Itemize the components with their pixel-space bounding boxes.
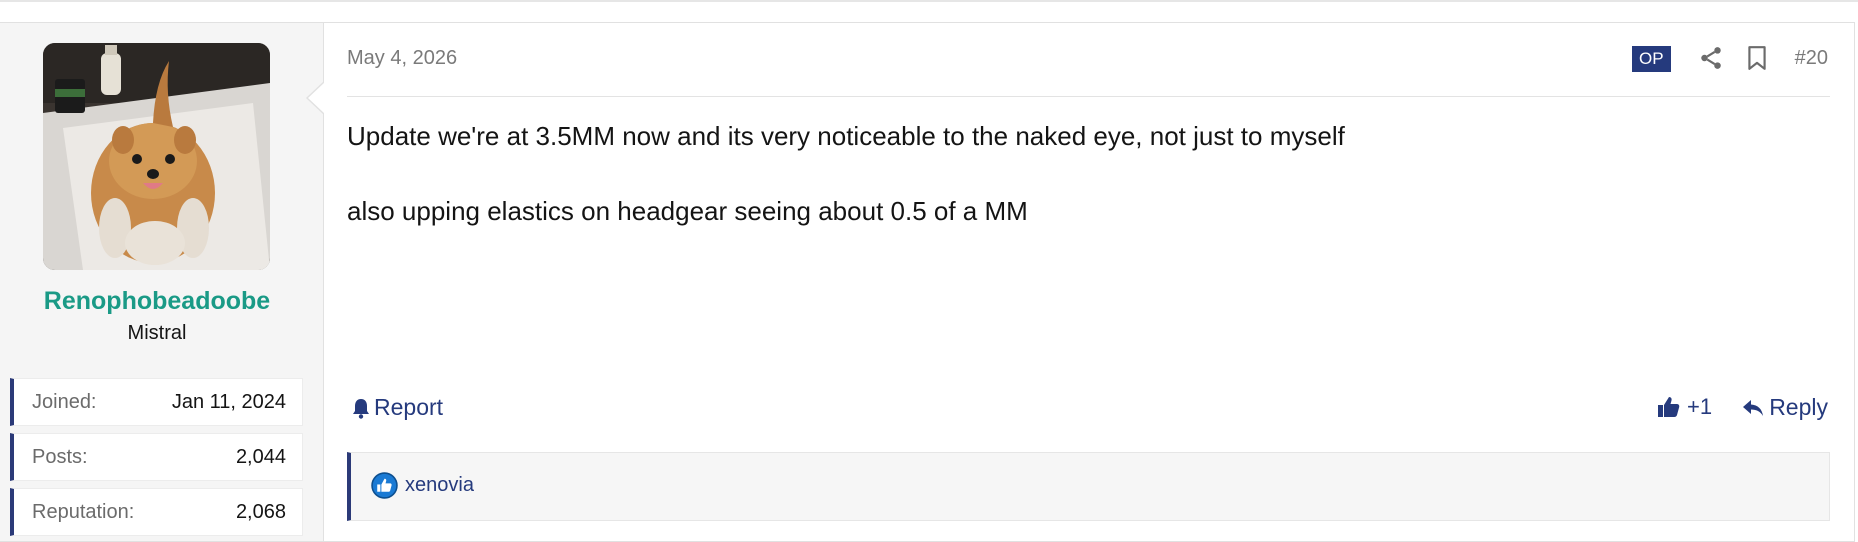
post-body-line: Update we're at 3.5MM now and its very n… [347,121,1345,151]
like-label: +1 [1687,394,1713,419]
stat-joined: Joined: Jan 11, 2024 [10,378,303,426]
stat-label: Posts: [32,446,88,468]
post-number[interactable]: #20 [1795,47,1828,70]
bookmark-icon[interactable] [1746,45,1768,71]
stat-label: Joined: [32,391,97,413]
user-title: Mistral [127,322,187,344]
reply-button[interactable]: Reply [1742,394,1828,421]
top-divider [0,0,1858,2]
reply-icon [1743,399,1764,416]
stat-value: Jan 11, 2024 [171,391,286,413]
forum-post: Renophobeadoobe Mistral Joined: Jan 11, … [0,22,1855,542]
reply-label: Reply [1769,394,1828,420]
thumbs-up-icon [1658,397,1680,417]
user-info-panel: Renophobeadoobe Mistral Joined: Jan 11, … [0,23,324,541]
bell-icon [353,398,369,419]
stat-value: 2,044 [235,446,286,468]
username[interactable]: Renophobeadoobe [0,287,314,316]
avatar-image [43,43,270,270]
share-icon[interactable] [1698,45,1724,71]
post-body-line: also upping elastics on headgear seeing … [347,196,1028,226]
report-label: Report [374,394,444,420]
avatar[interactable] [43,43,270,270]
reactor-link[interactable]: xenovia [405,474,474,497]
op-badge: OP [1632,46,1671,72]
stat-reputation: Reputation: 2,068 [10,488,303,536]
post-pointer-arrow [306,81,325,115]
post-date[interactable]: May 4, 2026 [347,47,457,70]
stat-value: 2,068 [235,501,286,523]
reactions-bar: xenovia [347,452,1830,521]
report-button[interactable]: Report [351,394,443,421]
header-divider [347,96,1830,97]
like-reaction-icon [371,472,398,499]
stat-posts: Posts: 2,044 [10,433,303,481]
like-button[interactable]: +1 [1657,394,1712,420]
post-content-area: May 4, 2026 OP #20 Update we're at 3.5MM… [347,23,1830,541]
stat-label: Reputation: [32,501,135,523]
